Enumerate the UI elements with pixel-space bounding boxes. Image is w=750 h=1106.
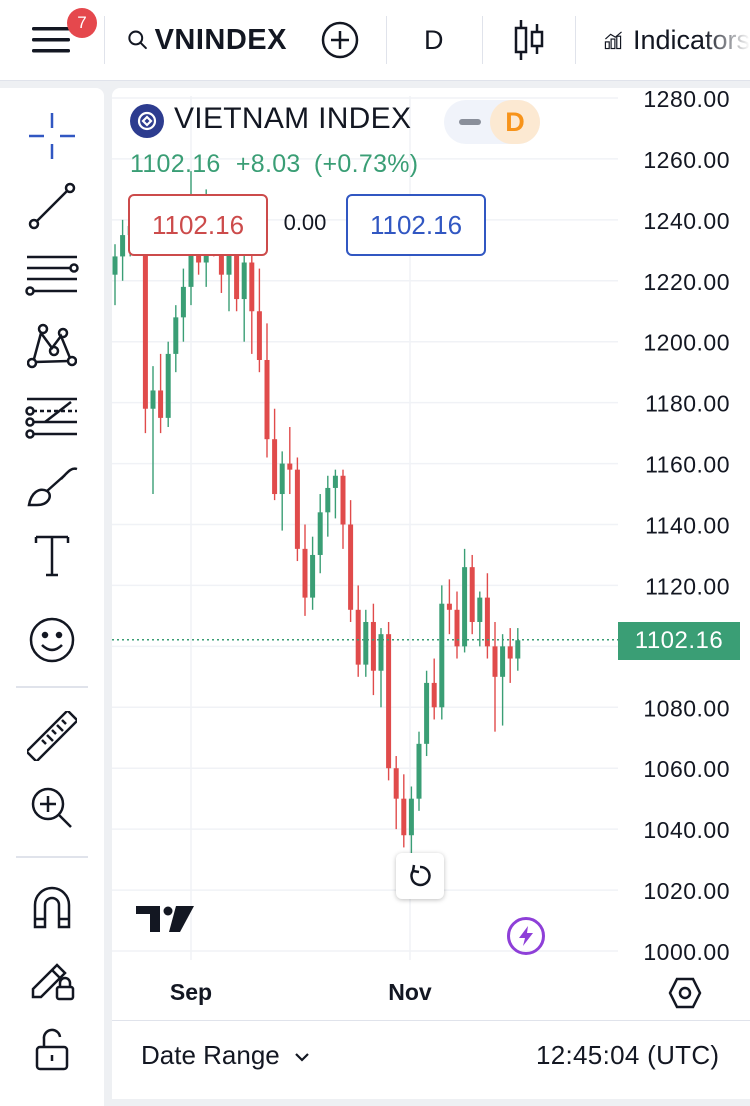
- change-value: +8.03: [235, 150, 301, 178]
- hexagon-settings-icon: [668, 977, 702, 1009]
- lock-all-tool[interactable]: [22, 1018, 82, 1078]
- lightning-button[interactable]: [507, 917, 545, 955]
- magnet-icon: [33, 886, 71, 929]
- fib-retracement-tool[interactable]: [22, 246, 82, 306]
- search-icon: [128, 30, 147, 50]
- reset-icon: [410, 864, 431, 887]
- symbol-title[interactable]: VIETNAM INDEX: [174, 102, 411, 136]
- price-change: 1102.16 +8.03 (+0.73%): [130, 150, 418, 179]
- lock-drawings-tool[interactable]: [22, 948, 82, 1008]
- top-toolbar: 7 VNINDEX D Indicators: [0, 0, 750, 81]
- pencil-lock-icon: [31, 963, 75, 1001]
- measure-tool[interactable]: [22, 706, 82, 766]
- trend-line-icon: [28, 182, 76, 230]
- emoji-tool[interactable]: [22, 610, 82, 670]
- notification-badge: 7: [67, 8, 97, 38]
- crosshair-icon: [29, 113, 75, 159]
- plus-circle-icon: [321, 21, 359, 59]
- magnet-tool[interactable]: [22, 878, 82, 938]
- text-icon: [34, 535, 70, 577]
- interval-button[interactable]: D: [424, 0, 444, 80]
- spread-value: 0.00: [283, 210, 327, 235]
- ruler-icon: [27, 711, 77, 761]
- horizontal-lines-icon: [25, 255, 79, 296]
- buy-button[interactable]: 1102.16: [346, 194, 486, 256]
- date-range-label: Date Range: [141, 1040, 280, 1070]
- pattern-icon: [27, 323, 77, 369]
- chart-type-button[interactable]: [512, 0, 546, 80]
- settings-button[interactable]: [667, 976, 703, 1015]
- compare-symbol-button[interactable]: [320, 0, 360, 80]
- candles-icon: [514, 20, 544, 60]
- interval-badge: D: [490, 100, 540, 144]
- date-range-button[interactable]: Date Range: [141, 1040, 311, 1071]
- collapse-icon: [459, 119, 481, 125]
- unlock-icon: [35, 1028, 69, 1071]
- last-price-value: 1102.16: [130, 150, 221, 178]
- pattern-tool[interactable]: [22, 316, 82, 376]
- reset-chart-button[interactable]: [396, 853, 444, 899]
- zoom-in-tool[interactable]: [22, 778, 82, 838]
- menu-button[interactable]: [30, 0, 74, 80]
- forecast-lines-icon: [25, 397, 77, 439]
- forecasting-tool[interactable]: [22, 386, 82, 446]
- x-axis-label-sep: Sep: [169, 979, 213, 1005]
- brush-tool[interactable]: [22, 456, 82, 516]
- x-axis-label-nov: Nov: [388, 979, 432, 1005]
- symbol-search-button[interactable]: VNINDEX: [127, 0, 287, 80]
- trend-line-tool[interactable]: [22, 176, 82, 236]
- brush-icon: [27, 467, 78, 507]
- indicators-icon: [604, 31, 622, 50]
- clock[interactable]: 12:45:04 (UTC): [536, 1040, 719, 1071]
- chevron-down-icon: [295, 1053, 309, 1062]
- symbol-logo-icon: [130, 104, 164, 138]
- sell-button[interactable]: 1102.16: [128, 194, 268, 256]
- smiley-icon: [29, 617, 75, 663]
- drawing-toolbar: [0, 88, 104, 1106]
- current-price-label: 1102.16: [618, 622, 740, 660]
- crosshair-tool[interactable]: [22, 106, 82, 166]
- text-tool[interactable]: [22, 526, 82, 586]
- change-percent: (+0.73%): [313, 150, 419, 178]
- lightning-icon: [519, 926, 533, 946]
- zoom-in-icon: [31, 787, 72, 828]
- symbol-label: VNINDEX: [154, 23, 287, 56]
